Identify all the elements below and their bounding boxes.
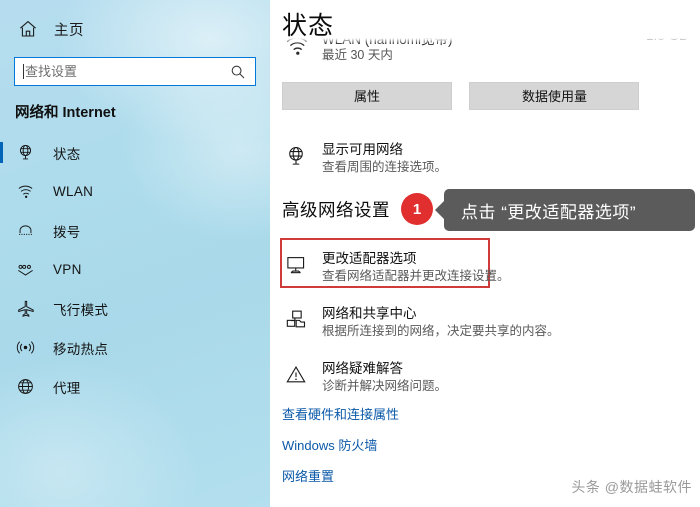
- wifi-icon: [15, 181, 36, 202]
- airplane-icon: [15, 298, 36, 319]
- vpn-icon: [15, 259, 36, 280]
- sidebar-item-wlan[interactable]: WLAN: [0, 172, 270, 211]
- sidebar: 主页 查找设置 网络和 Internet 状态 WLAN 拨号 VPN 飞行模式…: [0, 0, 270, 507]
- sidebar-item-proxy[interactable]: 代理: [0, 367, 270, 406]
- network-troubleshooter-item[interactable]: 网络疑难解答 诊断并解决网络问题。: [282, 360, 682, 395]
- sidebar-item-label: VPN: [53, 262, 82, 277]
- network-data-size: 1.8 GB: [645, 30, 688, 43]
- item-title: 网络和共享中心: [322, 306, 417, 321]
- status-globe-icon: [15, 142, 36, 163]
- home-icon: [18, 19, 38, 39]
- search-icon[interactable]: [230, 64, 246, 80]
- search-placeholder: 查找设置: [25, 64, 78, 79]
- sidebar-item-airplane-mode[interactable]: 飞行模式: [0, 289, 270, 328]
- item-description: 查看网络适配器并更改连接设置。: [322, 269, 510, 283]
- main-content: WLAN (nanhomi宽带) 1.8 GB 最近 30 天内 状态 属性 数…: [270, 0, 700, 507]
- item-description: 根据所连接到的网络，决定要共享的内容。: [322, 324, 560, 338]
- sidebar-item-label: 代理: [53, 380, 81, 396]
- item-title: 更改适配器选项: [322, 251, 417, 266]
- dialup-icon: [15, 220, 36, 241]
- sidebar-home-button[interactable]: 主页: [10, 14, 170, 44]
- item-description: 诊断并解决网络问题。: [322, 379, 448, 393]
- change-adapter-options-item[interactable]: 更改适配器选项 查看网络适配器并更改连接设置。: [282, 250, 682, 285]
- sidebar-item-vpn[interactable]: VPN: [0, 250, 270, 289]
- sidebar-item-label: 拨号: [53, 224, 81, 240]
- tooltip-arrow: [435, 200, 445, 220]
- network-sharing-center-item[interactable]: 网络和共享中心 根据所连接到的网络，决定要共享的内容。: [282, 305, 682, 340]
- callout-tooltip-text: 点击 “更改适配器选项”: [461, 202, 637, 222]
- link-hardware-connection-properties[interactable]: 查看硬件和连接属性: [282, 404, 399, 423]
- properties-button[interactable]: 属性: [282, 82, 452, 110]
- settings-window: 主页 查找设置 网络和 Internet 状态 WLAN 拨号 VPN 飞行模式…: [0, 0, 700, 507]
- search-input[interactable]: 查找设置: [14, 57, 256, 86]
- sidebar-item-mobile-hotspot[interactable]: 移动热点: [0, 328, 270, 367]
- item-title: 网络疑难解答: [322, 361, 403, 376]
- page-title: 状态: [282, 12, 335, 40]
- text-caret: [23, 64, 24, 79]
- callout-tooltip: 点击 “更改适配器选项”: [435, 189, 695, 231]
- advanced-settings-heading: 高级网络设置: [282, 200, 390, 220]
- network-period: 最近 30 天内: [322, 48, 393, 62]
- link-windows-firewall[interactable]: Windows 防火墙: [282, 435, 377, 454]
- sidebar-item-dialup[interactable]: 拨号: [0, 211, 270, 250]
- show-available-networks-item[interactable]: 显示可用网络 查看周围的连接选项。: [282, 141, 682, 176]
- watermark: 头条 @数据蛙软件: [571, 479, 692, 495]
- network-summary-row: WLAN (nanhomi宽带) 1.8 GB 最近 30 天内: [282, 30, 692, 62]
- proxy-globe-icon: [15, 376, 36, 397]
- sidebar-item-label: 飞行模式: [53, 302, 109, 318]
- link-network-reset[interactable]: 网络重置: [282, 466, 334, 485]
- sidebar-item-label: 移动热点: [53, 341, 109, 357]
- item-description: 查看周围的连接选项。: [322, 160, 448, 174]
- warning-triangle-icon: [282, 361, 310, 389]
- sidebar-item-label: 状态: [53, 146, 81, 162]
- mobile-hotspot-icon: [15, 337, 36, 358]
- sidebar-section-title: 网络和 Internet: [15, 105, 116, 121]
- sidebar-item-label: WLAN: [53, 184, 94, 199]
- monitor-icon: [282, 251, 310, 279]
- action-button-row: 属性 数据使用量: [282, 82, 652, 110]
- sidebar-home-label: 主页: [54, 22, 84, 39]
- sidebar-item-status[interactable]: 状态: [0, 133, 270, 172]
- globe-icon: [282, 142, 310, 170]
- share-icon: [282, 306, 310, 334]
- selection-indicator: [0, 142, 3, 163]
- item-title: 显示可用网络: [322, 142, 403, 157]
- data-usage-button[interactable]: 数据使用量: [469, 82, 640, 110]
- step-badge-1: 1: [401, 193, 433, 225]
- sidebar-nav-list: 状态 WLAN 拨号 VPN 飞行模式 移动热点 代理: [0, 133, 270, 406]
